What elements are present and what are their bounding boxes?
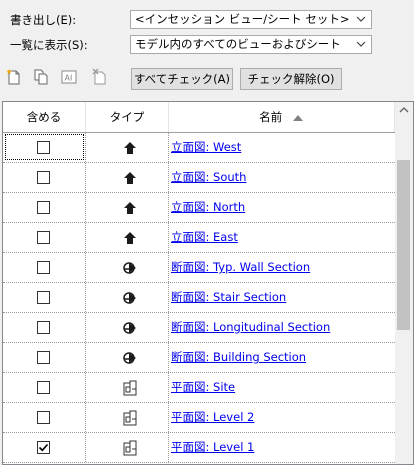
view-name-link[interactable]: 立面図: West — [171, 133, 241, 162]
section-view-icon — [123, 262, 136, 274]
include-cell — [3, 193, 86, 222]
sort-ascending-icon — [292, 114, 303, 121]
section-view-icon — [123, 352, 136, 364]
view-name-link[interactable]: 断面図: Longitudinal Section — [171, 313, 330, 342]
elevation-view-icon — [124, 172, 136, 184]
export-label: 書き出し(E): — [10, 13, 77, 27]
duplicate-icon[interactable] — [33, 68, 49, 86]
elevation-view-icon — [124, 202, 136, 214]
include-cell — [3, 313, 86, 342]
view-name-link[interactable]: 立面図: South — [171, 163, 246, 192]
view-name-link[interactable]: 断面図: Building Section — [171, 343, 306, 372]
uncheck-all-button[interactable]: チェック解除(O) — [240, 68, 342, 90]
section-view-icon — [123, 322, 136, 334]
table-row[interactable]: 平面図: Level 2 — [3, 403, 395, 433]
section-view-icon — [123, 292, 136, 304]
export-select-value: <インセッション ビュー/シート セット> — [135, 12, 350, 26]
elevation-view-icon — [124, 142, 136, 154]
view-name-link[interactable]: 平面図: Level 2 — [171, 403, 254, 432]
views-table: 含める タイプ 名前 立面図: West 立面図: South 立面図: North… — [2, 101, 414, 465]
include-checkbox[interactable] — [37, 261, 50, 274]
table-row[interactable]: 立面図: East — [3, 223, 395, 253]
include-checkbox[interactable] — [37, 381, 50, 394]
column-header-include[interactable]: 含める — [3, 102, 86, 132]
column-header-name[interactable]: 名前 — [169, 102, 395, 132]
table-row[interactable]: 断面図: Building Section — [3, 343, 395, 373]
include-cell — [3, 343, 86, 372]
view-name-link[interactable]: 立面図: North — [171, 193, 245, 222]
include-checkbox[interactable] — [37, 321, 50, 334]
table-header: 含める タイプ 名前 — [3, 102, 413, 133]
include-cell — [3, 433, 86, 462]
plan-view-icon — [123, 380, 137, 396]
include-checkbox[interactable] — [37, 201, 50, 214]
view-name-link[interactable]: 断面図: Stair Section — [171, 283, 286, 312]
scrollbar-thumb[interactable] — [397, 160, 410, 330]
include-cell — [3, 283, 86, 312]
include-checkbox[interactable] — [37, 141, 50, 154]
include-checkbox[interactable] — [37, 351, 50, 364]
export-select[interactable]: <インセッション ビュー/シート セット> — [130, 10, 372, 29]
table-row[interactable]: 平面図: Site — [3, 373, 395, 403]
scroll-up-icon[interactable] — [399, 106, 409, 114]
new-set-icon[interactable] — [6, 68, 22, 86]
include-checkbox[interactable] — [37, 291, 50, 304]
include-cell — [3, 403, 86, 432]
vertical-scrollbar[interactable] — [395, 102, 413, 464]
view-name-link[interactable]: 平面図: Site — [171, 373, 235, 402]
delete-icon[interactable] — [92, 68, 108, 86]
column-header-name-label: 名前 — [259, 110, 283, 124]
include-checkbox[interactable] — [37, 171, 50, 184]
display-select-value: モデル内のすべてのビューおよびシート — [135, 37, 341, 51]
table-row[interactable]: 断面図: Stair Section — [3, 283, 395, 313]
display-select[interactable]: モデル内のすべてのビューおよびシート — [130, 35, 372, 54]
table-row[interactable]: 立面図: North — [3, 193, 395, 223]
elevation-view-icon — [124, 232, 136, 244]
column-header-type[interactable]: タイプ — [86, 102, 169, 132]
checkmark-icon — [38, 443, 49, 452]
chevron-down-icon — [356, 41, 366, 47]
include-cell — [3, 253, 86, 282]
plan-view-icon — [123, 440, 137, 456]
view-name-link[interactable]: 平面図: Level 1 — [171, 433, 254, 462]
chevron-down-icon — [356, 16, 366, 22]
include-cell — [3, 133, 86, 162]
include-checkbox[interactable] — [37, 411, 50, 424]
include-checkbox[interactable] — [37, 231, 50, 244]
include-cell — [3, 223, 86, 252]
view-name-link[interactable]: 立面図: East — [171, 223, 238, 252]
table-row[interactable]: 立面図: West — [3, 133, 395, 163]
include-cell — [3, 163, 86, 192]
check-all-button[interactable]: すべてチェック(A) — [131, 68, 233, 90]
table-row[interactable]: 断面図: Longitudinal Section — [3, 313, 395, 343]
table-row[interactable]: 断面図: Typ. Wall Section — [3, 253, 395, 283]
svg-text:AI: AI — [65, 74, 73, 83]
include-checkbox[interactable] — [37, 441, 50, 454]
rename-icon[interactable]: AI — [61, 68, 77, 86]
include-cell — [3, 373, 86, 402]
view-name-link[interactable]: 断面図: Typ. Wall Section — [171, 253, 310, 282]
table-row[interactable]: 平面図: Level 1 — [3, 433, 395, 463]
plan-view-icon — [123, 410, 137, 426]
display-label: 一覧に表示(S): — [10, 38, 88, 52]
table-row[interactable]: 立面図: South — [3, 163, 395, 193]
